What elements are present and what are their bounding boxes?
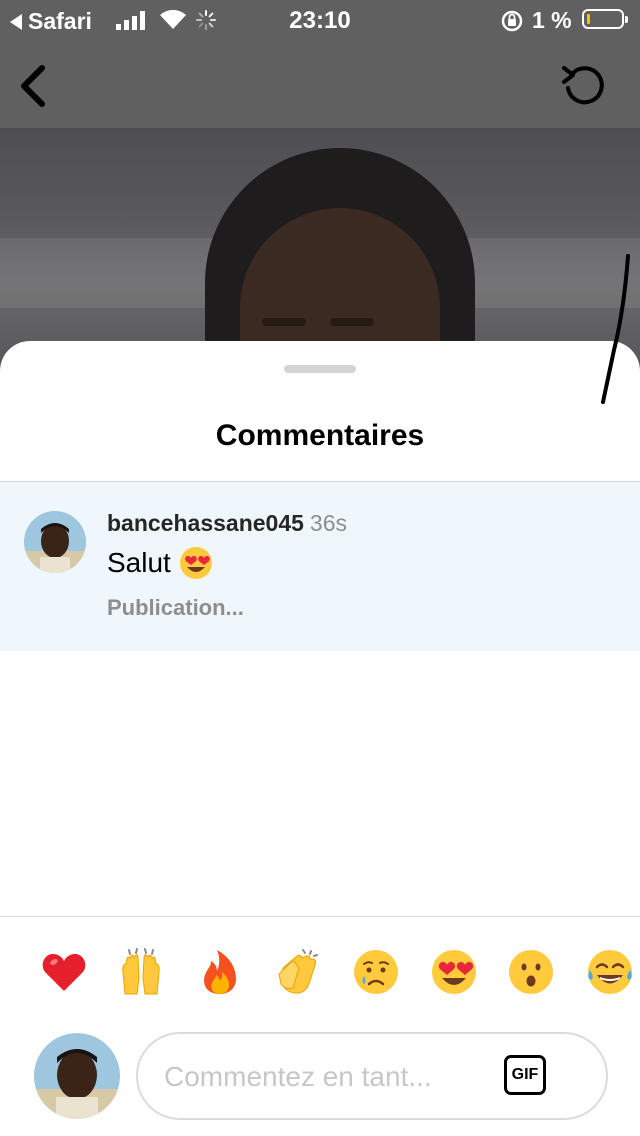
- comment-username[interactable]: bancehassane045: [107, 510, 304, 536]
- comment-status: Publication...: [107, 595, 244, 620]
- comment-time: 36s: [309, 510, 347, 536]
- clapping-hands-emoji-icon[interactable]: [273, 948, 321, 996]
- comment-text-label: Salut: [107, 547, 171, 578]
- divider: [0, 916, 640, 917]
- comment-input[interactable]: [162, 1052, 506, 1102]
- my-avatar: [34, 1033, 120, 1119]
- comment-text: Salut: [107, 546, 213, 580]
- status-bar: Safari 23:10 1 %: [0, 0, 640, 40]
- battery-fill: [587, 14, 590, 24]
- comment-composer: GIF: [136, 1032, 608, 1120]
- chevron-left-icon[interactable]: [12, 62, 56, 110]
- comments-sheet: Commentaires bancehassane045 36s Salut P…: [0, 341, 640, 1136]
- tears-of-joy-emoji-icon[interactable]: [586, 948, 634, 996]
- orientation-lock-icon: [501, 10, 523, 32]
- comment-item[interactable]: bancehassane045 36s Salut Publication...: [0, 482, 640, 651]
- sheet-title: Commentaires: [215, 419, 425, 452]
- fire-emoji-icon[interactable]: [196, 948, 244, 996]
- raised-hands-emoji-icon[interactable]: [117, 948, 165, 996]
- battery-icon: [582, 9, 628, 29]
- comment-meta: bancehassane045 36s: [107, 510, 347, 537]
- refresh-icon[interactable]: [560, 60, 608, 108]
- sheet-drag-handle[interactable]: [284, 365, 356, 373]
- heart-eyes-emoji-icon: [179, 547, 212, 579]
- astonished-face-emoji-icon[interactable]: [507, 948, 555, 996]
- crying-face-emoji-icon[interactable]: [352, 948, 400, 996]
- battery-percent: 1 %: [532, 7, 572, 33]
- heart-eyes-emoji-icon[interactable]: [430, 948, 478, 996]
- emoji-quick-bar: [40, 948, 640, 998]
- gif-button[interactable]: GIF: [504, 1055, 546, 1095]
- comment-avatar[interactable]: [24, 511, 86, 573]
- heart-emoji-icon[interactable]: [40, 948, 88, 996]
